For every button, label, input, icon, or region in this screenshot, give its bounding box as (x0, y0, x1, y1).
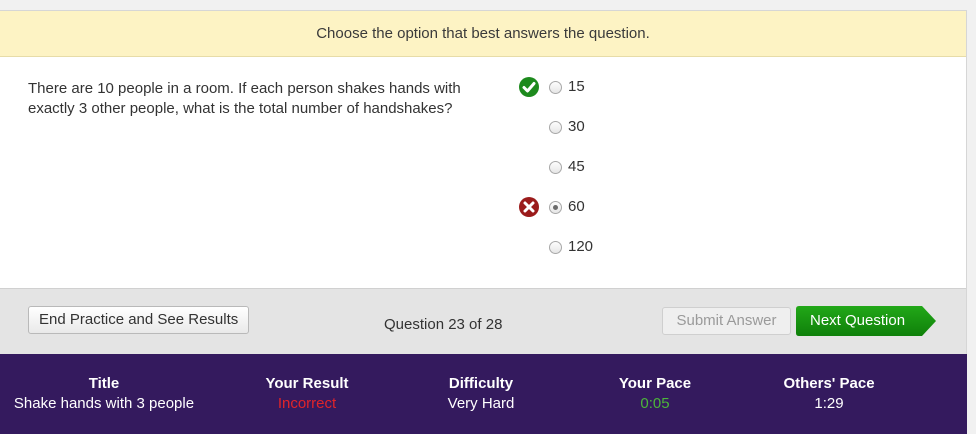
question-stats-bar: Title Shake hands with 3 people Your Res… (0, 354, 967, 434)
stat-your-pace: Your Pace 0:05 (595, 375, 715, 415)
answer-radio[interactable] (549, 161, 562, 174)
answer-radio[interactable] (549, 241, 562, 254)
answer-option-30[interactable]: 30 (518, 116, 638, 138)
x-circle-icon (518, 196, 540, 218)
stat-result-value: Incorrect (277, 395, 337, 412)
next-question-button[interactable]: Next Question (796, 306, 936, 336)
stat-others-pace-value: 1:29 (814, 395, 844, 412)
answer-label: 30 (568, 118, 585, 135)
question-text: There are 10 people in a room. If each p… (28, 80, 461, 117)
answer-option-15[interactable]: 15 (518, 76, 638, 98)
question-area: There are 10 people in a room. If each p… (0, 57, 966, 288)
submit-answer-button[interactable]: Submit Answer (662, 307, 791, 335)
stat-others-pace-label: Others' Pace (783, 375, 875, 392)
answer-radio[interactable] (549, 81, 562, 94)
instruction-banner: Choose the option that best answers the … (0, 11, 966, 57)
stat-difficulty-label: Difficulty (448, 375, 514, 392)
stat-title-value: Shake hands with 3 people (13, 395, 195, 412)
stat-title-label: Title (88, 375, 120, 392)
stat-difficulty-value: Very Hard (447, 395, 515, 412)
check-circle-icon (518, 76, 540, 98)
answer-radio-selected[interactable] (549, 201, 562, 214)
answer-label: 15 (568, 78, 585, 95)
answer-label: 45 (568, 158, 585, 175)
answer-label: 60 (568, 198, 585, 215)
end-practice-button[interactable]: End Practice and See Results (28, 306, 250, 334)
answer-option-120[interactable]: 120 (518, 236, 638, 258)
stat-others-pace: Others' Pace 1:29 (764, 375, 894, 415)
question-counter: Question 23 of 28 (384, 316, 503, 333)
stat-your-pace-value: 0:05 (640, 395, 670, 412)
stat-result: Your Result Incorrect (247, 375, 367, 415)
stat-your-pace-label: Your Pace (618, 375, 692, 392)
instruction-text: Choose the option that best answers the … (316, 25, 650, 42)
stat-title: Title Shake hands with 3 people (4, 375, 204, 415)
next-question-label: Next Question (810, 312, 906, 329)
answer-option-60[interactable]: 60 (518, 196, 638, 218)
answer-option-45[interactable]: 45 (518, 156, 638, 178)
answer-radio[interactable] (549, 121, 562, 134)
stat-result-label: Your Result (265, 375, 349, 392)
action-bar: End Practice and See Results Question 23… (0, 288, 966, 354)
stat-difficulty: Difficulty Very Hard (421, 375, 541, 415)
answer-label: 120 (568, 238, 594, 255)
